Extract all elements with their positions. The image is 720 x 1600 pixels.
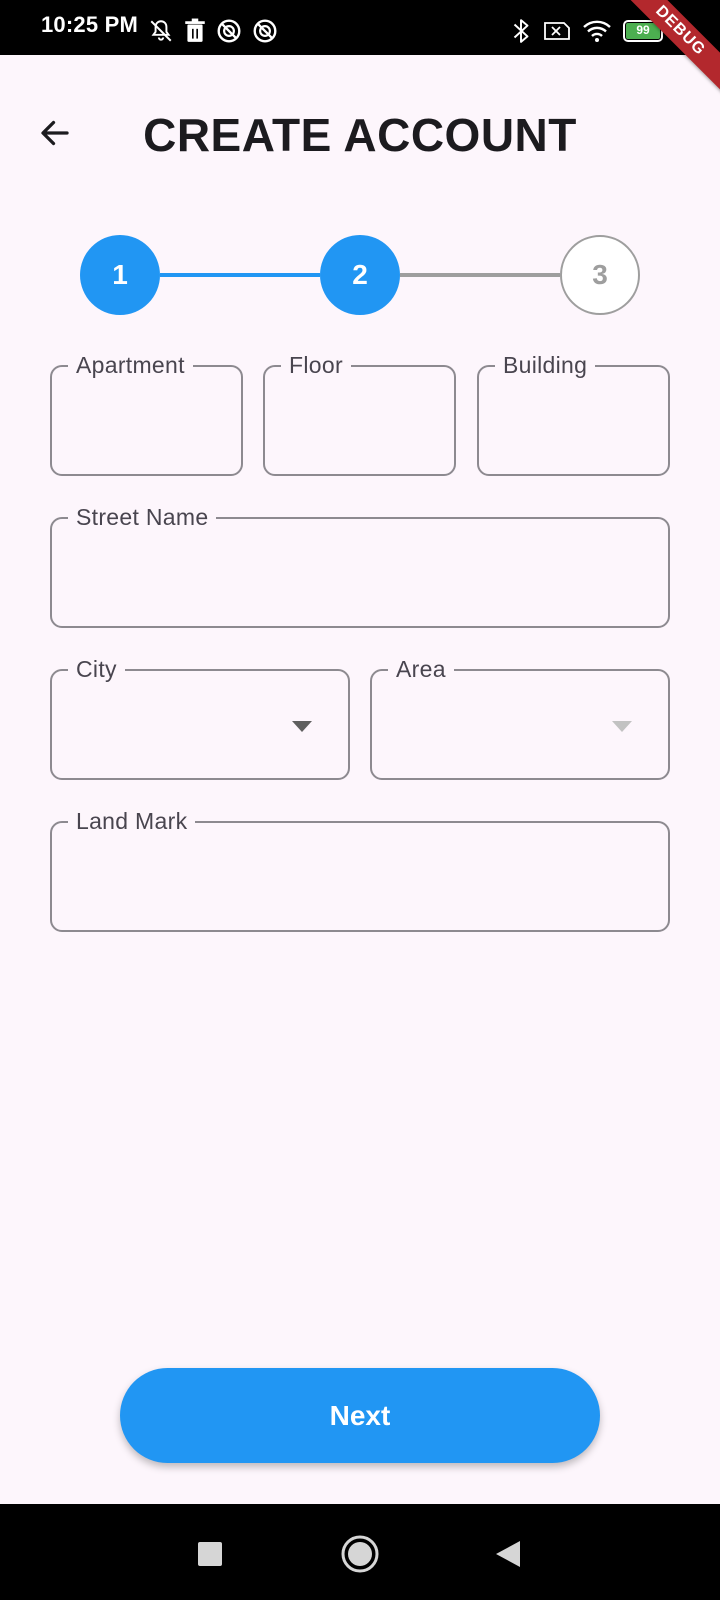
status-icons-left <box>148 18 278 44</box>
muted-bell-icon <box>150 20 172 42</box>
status-bar: 10:25 PM 99 <box>0 0 720 55</box>
recents-button[interactable] <box>188 1532 232 1576</box>
building-field[interactable]: Building <box>477 350 670 476</box>
bluetooth-icon <box>513 19 529 43</box>
back-triangle-icon <box>496 1541 520 1567</box>
home-circle-icon <box>341 1535 379 1573</box>
city-label: City <box>68 654 125 684</box>
next-button[interactable]: Next <box>120 1368 600 1463</box>
street-name-label: Street Name <box>68 502 217 532</box>
chevron-down-icon <box>292 721 312 732</box>
floor-label: Floor <box>281 350 351 380</box>
area-dropdown[interactable]: Area <box>370 654 670 780</box>
status-time: 10:25 PM <box>41 12 138 37</box>
page-title: CREATE ACCOUNT <box>143 109 577 161</box>
recents-square-icon <box>198 1542 222 1566</box>
home-button[interactable] <box>338 1532 382 1576</box>
land-mark-label: Land Mark <box>68 806 196 836</box>
apartment-label: Apartment <box>68 350 193 380</box>
land-mark-field[interactable]: Land Mark <box>50 806 670 932</box>
street-name-field[interactable]: Street Name <box>50 502 670 628</box>
floor-field[interactable]: Floor <box>263 350 456 476</box>
navigation-bar <box>0 1504 720 1600</box>
city-dropdown[interactable]: City <box>50 654 350 780</box>
area-label: Area <box>388 654 454 684</box>
wifi-icon <box>583 20 611 42</box>
step-2[interactable]: 2 <box>320 235 400 315</box>
stepper-connector-1-2 <box>160 273 320 277</box>
do-not-disturb-icon <box>217 19 241 43</box>
do-not-disturb-icon <box>253 19 277 43</box>
no-sim-icon <box>544 22 570 40</box>
apartment-field[interactable]: Apartment <box>50 350 243 476</box>
back-nav-button[interactable] <box>486 1532 530 1576</box>
stepper-connector-2-3 <box>400 273 560 277</box>
trash-icon <box>185 18 205 42</box>
stepper: 1 2 3 <box>80 235 640 315</box>
step-1[interactable]: 1 <box>80 235 160 315</box>
step-3[interactable]: 3 <box>560 235 640 315</box>
chevron-down-icon <box>612 721 632 732</box>
building-label: Building <box>495 350 596 380</box>
